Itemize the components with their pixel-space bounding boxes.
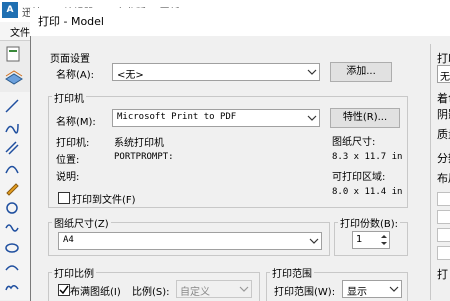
- chevron-down-icon: [389, 286, 399, 292]
- plotter-value: 系统打印机: [114, 138, 164, 149]
- right-panel-checkbox[interactable]: [437, 192, 450, 206]
- printable-area-label: 可打印区域:: [332, 172, 386, 183]
- paper-size-group-label: 图纸尺寸(Z): [52, 215, 111, 230]
- ellipse-tool-icon[interactable]: [4, 240, 20, 256]
- right-panel-divider: [430, 44, 431, 300]
- multiline-tool-icon[interactable]: [4, 140, 20, 156]
- where-label: 位置:: [56, 155, 80, 166]
- printer-group-label: 打印机: [52, 90, 86, 105]
- right-panel-checkbox[interactable]: [437, 246, 450, 260]
- printer-name-label: 名称(M):: [56, 117, 96, 128]
- scale-ratio-label: 比例(S):: [132, 287, 170, 298]
- revcloud-tool-icon[interactable]: [4, 280, 20, 296]
- right-panel-item: 打: [437, 268, 448, 281]
- checkmark-icon: [59, 285, 69, 295]
- copies-value: 1: [356, 234, 363, 245]
- chevron-down-icon: [307, 115, 317, 121]
- printer-name-value: Microsoft Print to PDF: [117, 112, 237, 122]
- printer-name-combo[interactable]: Microsoft Print to PDF: [112, 109, 320, 127]
- where-value: PORTPROMPT:: [114, 152, 174, 162]
- right-panel-item: 着色: [437, 92, 450, 105]
- right-panel-checkbox[interactable]: [437, 210, 450, 224]
- new-file-icon[interactable]: [4, 45, 24, 63]
- paper-size-value: A4: [63, 235, 74, 245]
- page-setup-group-label: 页面设置: [50, 54, 90, 65]
- page-setup-name-label: 名称(A):: [56, 70, 95, 81]
- paper-size-info-value: 8.3 x 11.7 in: [332, 152, 403, 162]
- right-panel-item: 质量: [437, 128, 450, 141]
- right-panel-combo[interactable]: 无: [437, 65, 450, 83]
- page-setup-name-value: <无>: [117, 70, 144, 81]
- right-panel-combo-value: 无: [440, 72, 450, 83]
- plotter-label: 打印机:: [56, 138, 90, 149]
- page-setup-name-combo[interactable]: <无>: [112, 63, 320, 81]
- printer-properties-button[interactable]: 特性(R)...: [330, 108, 400, 128]
- spin-arrows-icon[interactable]: [379, 232, 389, 248]
- scale-ratio-value: 自定义: [180, 287, 210, 298]
- chevron-down-icon: [239, 286, 249, 292]
- printable-area-value: 8.0 x 11.4 in: [332, 187, 403, 197]
- right-panel-item: 打印: [437, 52, 450, 65]
- ellipse-arc-tool-icon[interactable]: [4, 260, 20, 276]
- draw-toolbar: [0, 92, 31, 300]
- chevron-down-icon: [309, 238, 319, 244]
- fit-to-paper-label: 布满图纸(I): [70, 287, 121, 298]
- pencil-tool-icon[interactable]: [4, 180, 20, 196]
- paper-size-combo[interactable]: A4: [58, 232, 322, 250]
- line-tool-icon[interactable]: [4, 98, 20, 114]
- dialog-title: 打印 - Model: [38, 15, 104, 28]
- right-panel-item: 阴影: [437, 108, 450, 121]
- add-page-setup-button[interactable]: 添加...: [330, 62, 392, 82]
- plot-area-what-combo[interactable]: 显示: [342, 280, 402, 298]
- polyline-tool-icon[interactable]: [4, 120, 20, 136]
- app-logo-icon: A: [2, 2, 18, 18]
- circle-tool-icon[interactable]: [4, 200, 20, 216]
- description-label: 说明:: [56, 172, 80, 183]
- print-to-file-label: 打印到文件(F): [72, 195, 136, 206]
- scale-ratio-combo[interactable]: 自定义: [176, 280, 252, 298]
- plot-scale-group-label: 打印比例: [52, 265, 96, 280]
- right-panel-item: 布局: [437, 172, 450, 185]
- menu-file[interactable]: 文件: [10, 24, 30, 39]
- arc-tool-icon[interactable]: [4, 160, 20, 176]
- plot-area-what-value: 显示: [347, 287, 367, 298]
- right-panel-item: 分辨: [437, 152, 450, 165]
- plot-area-what-label: 打印范围(W):: [274, 287, 336, 298]
- plot-area-group-label: 打印范围: [270, 265, 314, 280]
- layer-icon[interactable]: [4, 69, 24, 87]
- spline-tool-icon[interactable]: [4, 220, 20, 236]
- chevron-down-icon: [307, 69, 317, 75]
- copies-spinbox[interactable]: 1: [352, 231, 390, 249]
- copies-group-label: 打印份数(B):: [338, 215, 401, 230]
- fit-to-paper-checkbox[interactable]: [58, 284, 70, 296]
- paper-size-info-label: 图纸尺寸:: [332, 137, 376, 148]
- print-to-file-checkbox[interactable]: [58, 192, 70, 204]
- right-panel-checkbox[interactable]: [437, 228, 450, 242]
